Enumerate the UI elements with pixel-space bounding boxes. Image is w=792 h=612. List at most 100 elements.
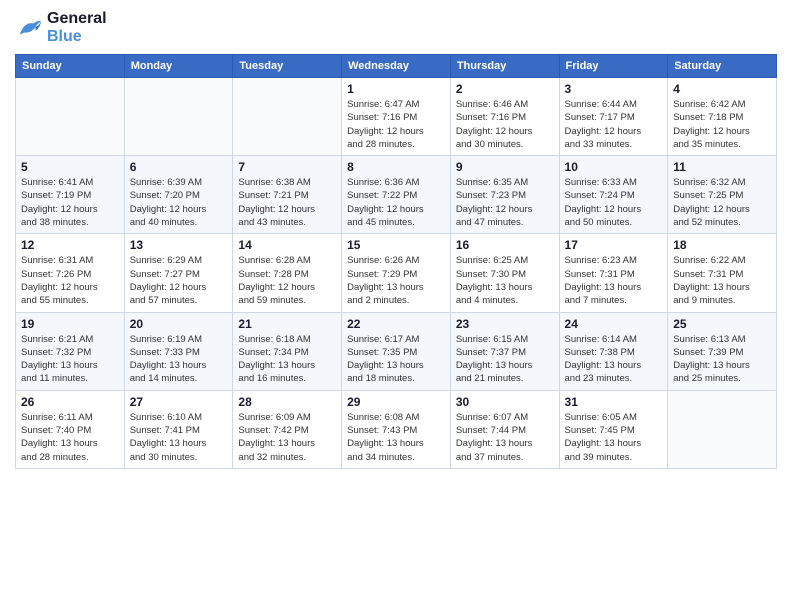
day-number: 22	[347, 317, 445, 331]
calendar-cell: 6 Sunrise: 6:39 AM Sunset: 7:20 PM Daylig…	[124, 156, 233, 234]
logo: General Blue	[15, 10, 107, 46]
day-info: Sunrise: 6:22 AM Sunset: 7:31 PM Dayligh…	[673, 254, 771, 307]
calendar-cell: 14 Sunrise: 6:28 AM Sunset: 7:28 PM Dayli…	[233, 234, 342, 312]
day-info: Sunrise: 6:14 AM Sunset: 7:38 PM Dayligh…	[565, 333, 663, 386]
day-info: Sunrise: 6:42 AM Sunset: 7:18 PM Dayligh…	[673, 98, 771, 151]
day-number: 12	[21, 238, 119, 252]
calendar-week-row: 1Sunrise: 6:47 AM Sunset: 7:16 PM Daylig…	[16, 78, 777, 156]
day-number: 18	[673, 238, 771, 252]
calendar-cell: 29 Sunrise: 6:08 AM Sunset: 7:43 PM Dayli…	[342, 390, 451, 468]
day-info: Sunrise: 6:33 AM Sunset: 7:24 PM Dayligh…	[565, 176, 663, 229]
day-info: Sunrise: 6:23 AM Sunset: 7:31 PM Dayligh…	[565, 254, 663, 307]
page: General Blue SundayMondayTuesdayWednesda…	[0, 0, 792, 612]
day-number: 24	[565, 317, 663, 331]
day-number: 14	[238, 238, 336, 252]
day-number: 6	[130, 160, 228, 174]
day-info: Sunrise: 6:39 AM Sunset: 7:20 PM Dayligh…	[130, 176, 228, 229]
day-number: 28	[238, 395, 336, 409]
calendar-cell: 22 Sunrise: 6:17 AM Sunset: 7:35 PM Dayli…	[342, 312, 451, 390]
calendar-cell: 27 Sunrise: 6:10 AM Sunset: 7:41 PM Dayli…	[124, 390, 233, 468]
calendar-cell: 20 Sunrise: 6:19 AM Sunset: 7:33 PM Dayli…	[124, 312, 233, 390]
calendar-cell: 7Sunrise: 6:38 AM Sunset: 7:21 PM Daylig…	[233, 156, 342, 234]
calendar-cell: 3Sunrise: 6:44 AM Sunset: 7:17 PM Daylig…	[559, 78, 668, 156]
day-number: 20	[130, 317, 228, 331]
calendar-cell: 4 Sunrise: 6:42 AM Sunset: 7:18 PM Daylig…	[668, 78, 777, 156]
day-info: Sunrise: 6:46 AM Sunset: 7:16 PM Dayligh…	[456, 98, 554, 151]
calendar-cell: 1Sunrise: 6:47 AM Sunset: 7:16 PM Daylig…	[342, 78, 451, 156]
day-number: 29	[347, 395, 445, 409]
calendar-cell: 31Sunrise: 6:05 AM Sunset: 7:45 PM Dayli…	[559, 390, 668, 468]
day-number: 17	[565, 238, 663, 252]
day-info: Sunrise: 6:17 AM Sunset: 7:35 PM Dayligh…	[347, 333, 445, 386]
calendar-cell	[668, 390, 777, 468]
day-info: Sunrise: 6:26 AM Sunset: 7:29 PM Dayligh…	[347, 254, 445, 307]
day-number: 11	[673, 160, 771, 174]
calendar-cell: 21 Sunrise: 6:18 AM Sunset: 7:34 PM Dayli…	[233, 312, 342, 390]
calendar-cell	[16, 78, 125, 156]
day-number: 4	[673, 82, 771, 96]
calendar-cell: 9 Sunrise: 6:35 AM Sunset: 7:23 PM Daylig…	[450, 156, 559, 234]
day-info: Sunrise: 6:36 AM Sunset: 7:22 PM Dayligh…	[347, 176, 445, 229]
day-info: Sunrise: 6:31 AM Sunset: 7:26 PM Dayligh…	[21, 254, 119, 307]
calendar-cell: 5 Sunrise: 6:41 AM Sunset: 7:19 PM Daylig…	[16, 156, 125, 234]
logo-text: General Blue	[47, 10, 107, 46]
header: General Blue	[15, 10, 777, 46]
day-number: 15	[347, 238, 445, 252]
weekday-header-wednesday: Wednesday	[342, 55, 451, 78]
day-info: Sunrise: 6:07 AM Sunset: 7:44 PM Dayligh…	[456, 411, 554, 464]
day-number: 9	[456, 160, 554, 174]
day-info: Sunrise: 6:21 AM Sunset: 7:32 PM Dayligh…	[21, 333, 119, 386]
day-number: 21	[238, 317, 336, 331]
day-number: 25	[673, 317, 771, 331]
calendar-cell: 2 Sunrise: 6:46 AM Sunset: 7:16 PM Daylig…	[450, 78, 559, 156]
day-number: 2	[456, 82, 554, 96]
day-info: Sunrise: 6:18 AM Sunset: 7:34 PM Dayligh…	[238, 333, 336, 386]
day-number: 27	[130, 395, 228, 409]
calendar-cell	[124, 78, 233, 156]
day-info: Sunrise: 6:28 AM Sunset: 7:28 PM Dayligh…	[238, 254, 336, 307]
weekday-header-saturday: Saturday	[668, 55, 777, 78]
calendar-week-row: 12 Sunrise: 6:31 AM Sunset: 7:26 PM Dayli…	[16, 234, 777, 312]
day-info: Sunrise: 6:41 AM Sunset: 7:19 PM Dayligh…	[21, 176, 119, 229]
weekday-header-monday: Monday	[124, 55, 233, 78]
day-info: Sunrise: 6:38 AM Sunset: 7:21 PM Dayligh…	[238, 176, 336, 229]
calendar-cell: 12 Sunrise: 6:31 AM Sunset: 7:26 PM Dayli…	[16, 234, 125, 312]
day-number: 10	[565, 160, 663, 174]
day-info: Sunrise: 6:11 AM Sunset: 7:40 PM Dayligh…	[21, 411, 119, 464]
calendar-cell: 30 Sunrise: 6:07 AM Sunset: 7:44 PM Dayli…	[450, 390, 559, 468]
weekday-header-friday: Friday	[559, 55, 668, 78]
calendar-cell: 13Sunrise: 6:29 AM Sunset: 7:27 PM Dayli…	[124, 234, 233, 312]
calendar-cell: 11 Sunrise: 6:32 AM Sunset: 7:25 PM Dayli…	[668, 156, 777, 234]
calendar-cell: 16Sunrise: 6:25 AM Sunset: 7:30 PM Dayli…	[450, 234, 559, 312]
day-info: Sunrise: 6:29 AM Sunset: 7:27 PM Dayligh…	[130, 254, 228, 307]
calendar-cell: 24 Sunrise: 6:14 AM Sunset: 7:38 PM Dayli…	[559, 312, 668, 390]
weekday-header-thursday: Thursday	[450, 55, 559, 78]
day-info: Sunrise: 6:15 AM Sunset: 7:37 PM Dayligh…	[456, 333, 554, 386]
day-number: 31	[565, 395, 663, 409]
logo-icon	[15, 14, 43, 42]
day-number: 5	[21, 160, 119, 174]
calendar-cell: 25 Sunrise: 6:13 AM Sunset: 7:39 PM Dayli…	[668, 312, 777, 390]
day-number: 3	[565, 82, 663, 96]
day-info: Sunrise: 6:19 AM Sunset: 7:33 PM Dayligh…	[130, 333, 228, 386]
calendar-cell: 8Sunrise: 6:36 AM Sunset: 7:22 PM Daylig…	[342, 156, 451, 234]
day-info: Sunrise: 6:32 AM Sunset: 7:25 PM Dayligh…	[673, 176, 771, 229]
day-number: 23	[456, 317, 554, 331]
day-number: 26	[21, 395, 119, 409]
calendar-cell: 23 Sunrise: 6:15 AM Sunset: 7:37 PM Dayli…	[450, 312, 559, 390]
day-number: 1	[347, 82, 445, 96]
day-info: Sunrise: 6:09 AM Sunset: 7:42 PM Dayligh…	[238, 411, 336, 464]
day-number: 16	[456, 238, 554, 252]
day-info: Sunrise: 6:10 AM Sunset: 7:41 PM Dayligh…	[130, 411, 228, 464]
day-number: 19	[21, 317, 119, 331]
calendar-cell: 17 Sunrise: 6:23 AM Sunset: 7:31 PM Dayli…	[559, 234, 668, 312]
day-info: Sunrise: 6:13 AM Sunset: 7:39 PM Dayligh…	[673, 333, 771, 386]
weekday-header-sunday: Sunday	[16, 55, 125, 78]
calendar-cell: 18 Sunrise: 6:22 AM Sunset: 7:31 PM Dayli…	[668, 234, 777, 312]
calendar-week-row: 5 Sunrise: 6:41 AM Sunset: 7:19 PM Daylig…	[16, 156, 777, 234]
day-info: Sunrise: 6:35 AM Sunset: 7:23 PM Dayligh…	[456, 176, 554, 229]
day-info: Sunrise: 6:08 AM Sunset: 7:43 PM Dayligh…	[347, 411, 445, 464]
calendar-cell: 15 Sunrise: 6:26 AM Sunset: 7:29 PM Dayli…	[342, 234, 451, 312]
calendar-week-row: 26 Sunrise: 6:11 AM Sunset: 7:40 PM Dayli…	[16, 390, 777, 468]
day-number: 30	[456, 395, 554, 409]
